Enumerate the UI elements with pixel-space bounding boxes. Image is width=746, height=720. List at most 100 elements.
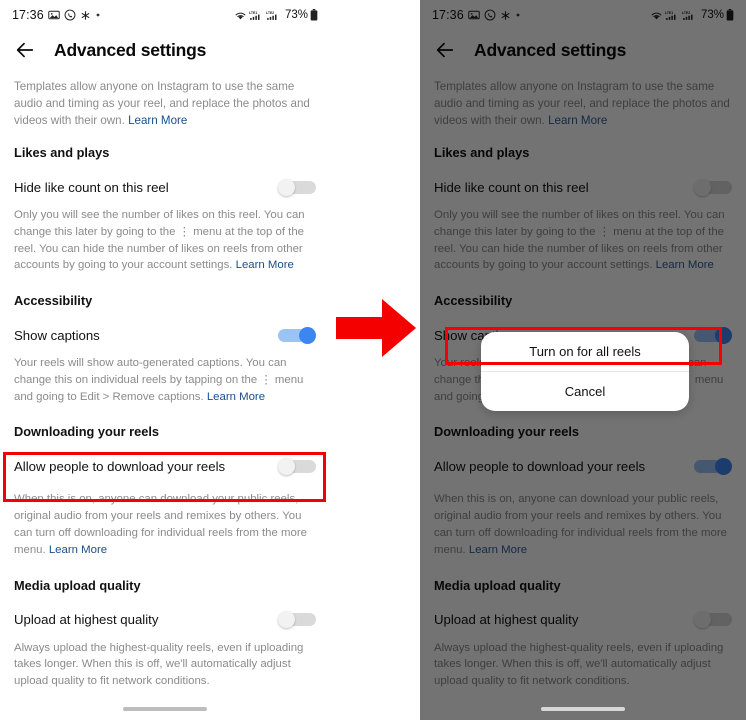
setting-desc-upload-highest-quality: Always upload the highest-quality reels,… xyxy=(434,641,724,688)
templates-intro-text: Templates allow anyone on Instagram to u… xyxy=(14,78,316,129)
toggle-knob xyxy=(694,611,711,629)
dot-icon xyxy=(515,12,521,18)
dialog-option-cancel[interactable]: Cancel xyxy=(481,372,689,411)
section-title-media-upload-quality: Media upload quality xyxy=(434,577,561,593)
toggle-knob xyxy=(278,611,295,629)
settings-content: Templates allow anyone on Instagram to u… xyxy=(0,78,330,690)
wifi-icon xyxy=(234,10,247,21)
back-arrow-icon[interactable] xyxy=(434,39,456,61)
status-bar: 17:36 LTE1 LTE2 73% xyxy=(0,0,330,30)
page-header: Advanced settings xyxy=(0,30,330,70)
battery-percent: 73% xyxy=(700,9,724,21)
section-media-upload-quality: Media upload quality Upload at highest q… xyxy=(434,578,732,690)
asterisk-icon xyxy=(80,10,91,21)
back-arrow-icon[interactable] xyxy=(14,39,36,61)
section-title-accessibility: Accessibility xyxy=(14,293,93,309)
desc-learn-more-link[interactable]: Learn More xyxy=(236,259,294,271)
svg-text:LTE2: LTE2 xyxy=(682,11,690,15)
battery-percent: 73% xyxy=(284,9,308,21)
page-header: Advanced settings xyxy=(420,30,746,70)
setting-desc-hide-like-count: Only you will see the number of likes on… xyxy=(14,207,316,274)
toggle-knob xyxy=(278,457,295,475)
toggle-hide-like-count[interactable] xyxy=(694,178,732,196)
desc-learn-more-link[interactable]: Learn More xyxy=(469,544,527,556)
gallery-icon xyxy=(48,9,60,21)
status-bar-left: 17:36 xyxy=(12,8,101,22)
section-title-accessibility: Accessibility xyxy=(434,293,513,309)
setting-label-hide-like-count: Hide like count on this reel xyxy=(434,179,589,195)
dot-icon xyxy=(95,12,101,18)
status-bar-left: 17:36 xyxy=(432,8,521,22)
page-title: Advanced settings xyxy=(474,39,627,60)
section-title-likes-and-plays: Likes and plays xyxy=(434,145,530,161)
intro-learn-more-link[interactable]: Learn More xyxy=(548,114,607,127)
intro-learn-more-link[interactable]: Learn More xyxy=(128,114,187,127)
setting-label-upload-highest-quality: Upload at highest quality xyxy=(434,612,579,628)
setting-row-hide-like-count[interactable]: Hide like count on this reel xyxy=(14,174,316,200)
phone-screen-after: 17:36 LTE1 LTE2 73% Advanced settings Te… xyxy=(420,0,746,720)
toggle-show-captions[interactable] xyxy=(694,326,732,344)
setting-desc-show-captions: Your reels will show auto-generated capt… xyxy=(14,355,316,405)
setting-row-upload-highest-quality[interactable]: Upload at highest quality xyxy=(434,607,732,633)
lte1-signal-icon: LTE1 xyxy=(249,9,264,21)
toggle-knob xyxy=(299,326,316,344)
setting-row-hide-like-count[interactable]: Hide like count on this reel xyxy=(434,174,732,200)
desc-learn-more-link[interactable]: Learn More xyxy=(656,259,714,271)
toggle-knob xyxy=(694,178,711,196)
toggle-knob xyxy=(715,326,732,344)
section-title-media-upload-quality: Media upload quality xyxy=(14,577,141,593)
status-time: 17:36 xyxy=(432,8,464,22)
svg-text:LTE1: LTE1 xyxy=(249,11,257,15)
page-title: Advanced settings xyxy=(54,39,207,60)
toggle-knob xyxy=(278,178,295,196)
home-indicator[interactable] xyxy=(123,707,207,711)
toggle-show-captions[interactable] xyxy=(278,326,316,344)
toggle-allow-download[interactable] xyxy=(694,457,732,475)
toggle-upload-highest-quality[interactable] xyxy=(694,611,732,629)
section-media-upload-quality: Media upload quality Upload at highest q… xyxy=(14,578,316,690)
svg-text:LTE2: LTE2 xyxy=(266,11,274,15)
status-bar-right: LTE1 LTE2 73% xyxy=(234,9,318,21)
section-downloading-your-reels: Downloading your reels Allow people to d… xyxy=(434,424,732,558)
asterisk-icon xyxy=(500,10,511,21)
setting-row-upload-highest-quality[interactable]: Upload at highest quality xyxy=(14,607,316,633)
setting-desc-hide-like-count: Only you will see the number of likes on… xyxy=(434,207,732,274)
lte2-signal-icon: LTE2 xyxy=(266,9,281,21)
section-title-likes-and-plays: Likes and plays xyxy=(14,145,110,161)
status-time: 17:36 xyxy=(12,8,44,22)
home-indicator[interactable] xyxy=(541,707,625,711)
screenshot-stage: 17:36 LTE1 LTE2 73% Advanced settings Te… xyxy=(0,0,746,720)
section-title-downloading-your-reels: Downloading your reels xyxy=(434,424,580,440)
desc-learn-more-link[interactable]: Learn More xyxy=(207,391,265,403)
templates-intro-text: Templates allow anyone on Instagram to u… xyxy=(434,78,732,129)
setting-label-show-captions: Show captions xyxy=(14,327,100,343)
gallery-icon xyxy=(468,9,480,21)
toggle-knob xyxy=(715,457,732,475)
turn-on-captions-dialog: Turn on for all reels Cancel xyxy=(481,332,689,411)
toggle-hide-like-count[interactable] xyxy=(278,178,316,196)
lte1-signal-icon: LTE1 xyxy=(665,9,680,21)
battery-icon xyxy=(726,9,734,21)
battery-icon xyxy=(310,9,318,21)
whatsapp-icon xyxy=(64,9,76,21)
wifi-icon xyxy=(650,10,663,21)
toggle-upload-highest-quality[interactable] xyxy=(278,611,316,629)
dialog-option-turn-on-for-all-reels[interactable]: Turn on for all reels xyxy=(481,332,689,371)
setting-desc-allow-download: When this is on, anyone can download you… xyxy=(434,491,732,558)
setting-label-allow-download: Allow people to download your reels xyxy=(14,458,226,474)
section-downloading-your-reels: Downloading your reels Allow people to d… xyxy=(14,424,316,558)
setting-row-show-captions[interactable]: Show captions xyxy=(14,322,316,348)
section-accessibility: Accessibility Show captions Your reels w… xyxy=(14,293,316,405)
setting-label-upload-highest-quality: Upload at highest quality xyxy=(14,612,159,628)
section-title-downloading-your-reels: Downloading your reels xyxy=(14,424,160,440)
setting-row-allow-download[interactable]: Allow people to download your reels xyxy=(434,453,732,479)
toggle-allow-download[interactable] xyxy=(278,457,316,475)
right-arrow-icon xyxy=(334,297,418,364)
setting-label-allow-download: Allow people to download your reels xyxy=(434,458,646,474)
setting-row-allow-download[interactable]: Allow people to download your reels xyxy=(14,453,316,479)
section-likes-and-plays: Likes and plays Hide like count on this … xyxy=(434,145,732,274)
lte2-signal-icon: LTE2 xyxy=(682,9,697,21)
phone-screen-before: 17:36 LTE1 LTE2 73% Advanced settings Te… xyxy=(0,0,330,720)
status-bar: 17:36 LTE1 LTE2 73% xyxy=(420,0,746,30)
desc-learn-more-link[interactable]: Learn More xyxy=(49,544,107,556)
